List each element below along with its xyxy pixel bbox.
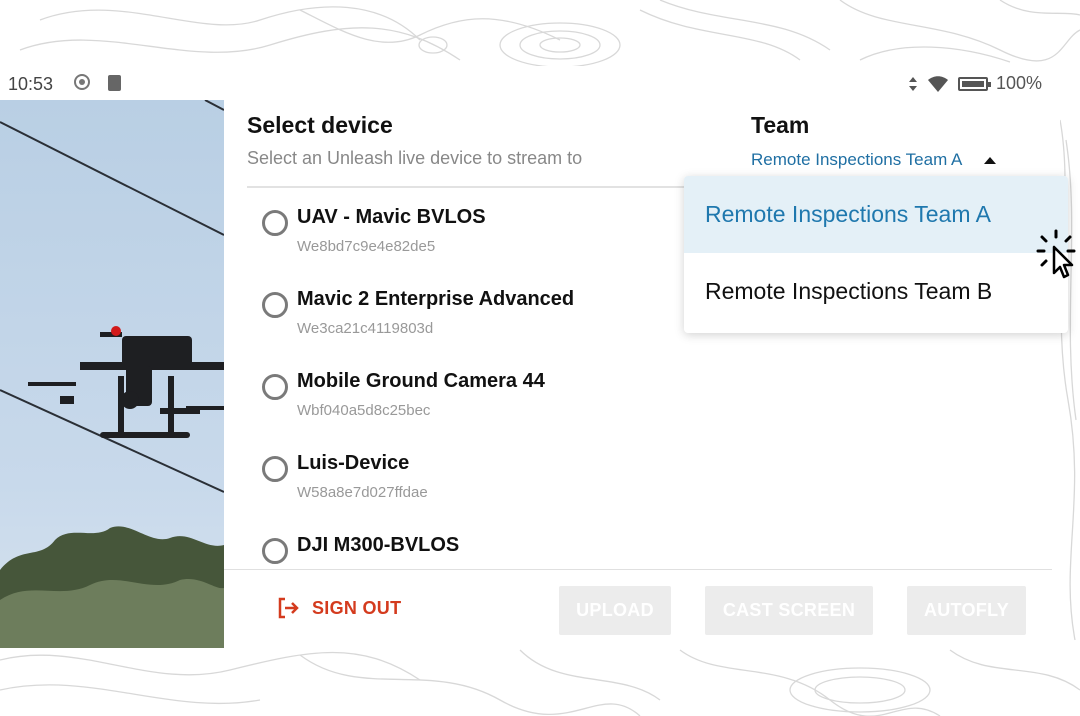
team-option-b[interactable]: Remote Inspections Team B [684,253,1068,330]
footer-divider [224,569,1052,570]
page-title: Select device [247,112,393,138]
drone-image [28,332,224,438]
device-id: W58a8e7d027ffdae [297,484,428,501]
device-name: Mavic 2 Enterprise Advanced [297,288,575,310]
device-id: Wbf040a5d8c25bec [297,402,431,419]
team-heading: Team [751,112,810,138]
radio-button[interactable] [262,538,288,564]
camera-preview [0,100,224,648]
sign-out-label: SIGN OUT [312,597,402,618]
autofly-button[interactable]: AUTOFLY [907,586,1026,635]
wifi-icon [927,75,948,92]
data-arrows-icon [908,76,917,91]
status-indicators: 100% [908,73,1042,94]
device-item[interactable]: Mobile Ground Camera 44 Wbf040a5d8c25bec [262,368,545,419]
team-dropdown-menu: Remote Inspections Team A Remote Inspect… [684,176,1068,333]
header-divider [247,186,687,188]
click-cursor-icon [1036,229,1076,279]
radio-button[interactable] [262,292,288,318]
team-select[interactable]: Remote Inspections Team A [751,150,997,170]
device-item[interactable]: UAV - Mavic BVLOS We8bd7c9e4e82de5 [262,204,486,255]
sign-out-icon [278,597,299,619]
device-name: UAV - Mavic BVLOS [297,206,486,228]
status-bar: 10:53 100% [0,66,1060,100]
drone-video-frame [0,100,224,648]
page-subtitle: Select an Unleash live device to stream … [247,148,583,168]
team-select-value: Remote Inspections Team A [751,150,963,169]
device-id: We3ca21c4119803d [297,320,434,337]
device-name: Mobile Ground Camera 44 [297,370,545,392]
device-name: Luis-Device [297,452,410,474]
device-name: DJI M300-BVLOS [297,534,460,556]
device-item[interactable]: DJI M300-BVLOS [262,532,459,564]
status-time: 10:53 [8,74,54,94]
radio-button[interactable] [262,210,288,236]
device-item[interactable]: Mavic 2 Enterprise Advanced We3ca21c4119… [262,286,574,337]
cast-screen-button[interactable]: CAST SCREEN [705,586,873,635]
device-id: We8bd7c9e4e82de5 [297,238,436,255]
upload-button[interactable]: UPLOAD [559,586,671,635]
battery-level: 100% [995,73,1042,93]
radio-button[interactable] [262,456,288,482]
radio-button[interactable] [262,374,288,400]
sign-out-button[interactable]: SIGN OUT [276,596,401,620]
battery-icon [957,76,991,91]
sd-card-icon [108,75,121,91]
team-option-a[interactable]: Remote Inspections Team A [684,176,1068,253]
record-icon [74,74,90,90]
device-item[interactable]: Luis-Device W58a8e7d027ffdae [262,450,428,501]
caret-up-icon [984,156,997,164]
